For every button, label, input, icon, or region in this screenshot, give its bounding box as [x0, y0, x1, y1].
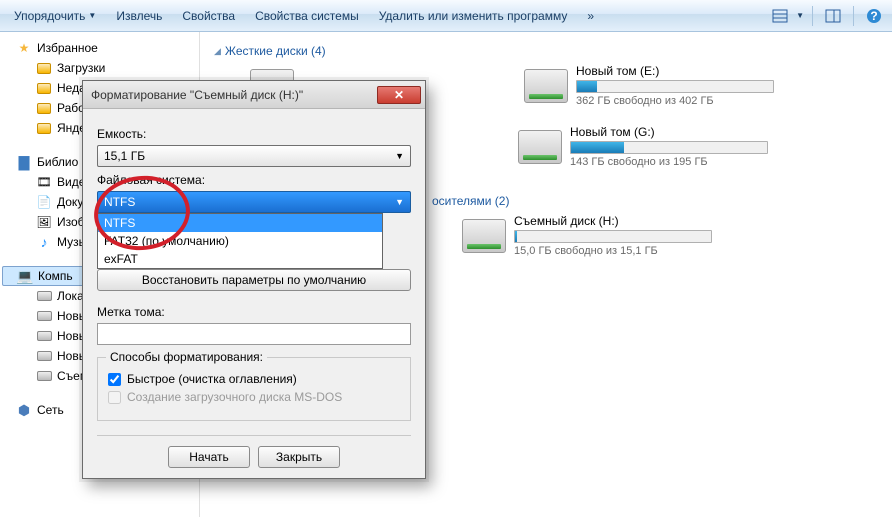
drive-item[interactable]: Новый том (E:) 362 ГБ свободно из 402 ГБ	[524, 64, 774, 107]
drive-icon	[36, 328, 52, 344]
chevron-down-icon: ▼	[88, 11, 96, 20]
restore-defaults-button[interactable]: Восстановить параметры по умолчанию	[97, 269, 411, 291]
preview-pane-icon[interactable]	[821, 4, 845, 28]
video-icon: 🎞	[36, 174, 52, 190]
close-button[interactable]: ✕	[377, 86, 421, 104]
library-icon: ▇	[16, 154, 32, 170]
folder-icon	[36, 120, 52, 136]
drive-title: Съемный диск (H:)	[514, 214, 712, 228]
capacity-label: Емкость:	[97, 127, 411, 141]
hdd-icon	[518, 130, 562, 164]
drive-title: Новый том (E:)	[576, 64, 774, 78]
drive-stat: 143 ГБ свободно из 195 ГБ	[570, 156, 768, 168]
downloads-item[interactable]: Загрузки	[0, 58, 199, 78]
favorites-group[interactable]: ★Избранное	[0, 38, 199, 58]
group-legend: Способы форматирования:	[106, 350, 267, 364]
format-methods-group: Способы форматирования: Быстрое (очистка…	[97, 357, 411, 421]
msdos-boot-check: Создание загрузочного диска MS-DOS	[108, 390, 400, 404]
star-icon: ★	[16, 40, 32, 56]
uninstall-menu[interactable]: Удалить или изменить программу	[371, 5, 576, 27]
removable-drive-icon	[462, 219, 506, 253]
properties-menu[interactable]: Свойства	[174, 5, 243, 27]
chevron-down-icon: ▼	[796, 11, 804, 20]
folder-icon	[36, 60, 52, 76]
extract-menu[interactable]: Извлечь	[108, 5, 170, 27]
computer-icon: 💻	[17, 268, 33, 284]
svg-text:?: ?	[870, 9, 877, 23]
network-icon: ⬢	[16, 402, 32, 418]
capacity-combo[interactable]: 15,1 ГБ▼	[97, 145, 411, 167]
dialog-titlebar[interactable]: Форматирование "Съемный диск (H:)" ✕	[83, 81, 425, 109]
drive-icon	[36, 368, 52, 384]
usage-bar	[576, 80, 774, 93]
filesystem-label: Файловая система:	[97, 173, 411, 187]
quick-format-check[interactable]: Быстрое (очистка оглавления)	[108, 372, 400, 386]
organize-menu[interactable]: Упорядочить▼	[6, 5, 104, 27]
music-icon: ♪	[36, 234, 52, 250]
format-dialog: Форматирование "Съемный диск (H:)" ✕ Емк…	[82, 80, 426, 479]
triangle-down-icon: ◢	[214, 46, 221, 57]
folder-icon	[36, 80, 52, 96]
view-icon[interactable]	[768, 4, 792, 28]
close-icon: ✕	[394, 88, 404, 102]
drive-stat: 15,0 ГБ свободно из 15,1 ГБ	[514, 245, 712, 257]
drive-icon	[36, 348, 52, 364]
hdd-icon	[524, 69, 568, 103]
filesystem-combo[interactable]: NTFS▼	[97, 191, 411, 213]
volume-label-input[interactable]	[97, 323, 411, 345]
msdos-checkbox	[108, 391, 121, 404]
drive-item[interactable]: Съемный диск (H:) 15,0 ГБ свободно из 15…	[462, 214, 712, 257]
picture-icon: 🖼	[36, 214, 52, 230]
drive-stat: 362 ГБ свободно из 402 ГБ	[576, 95, 774, 107]
explorer-toolbar: Упорядочить▼ Извлечь Свойства Свойства с…	[0, 0, 892, 32]
drive-item[interactable]: Новый том (G:) 143 ГБ свободно из 195 ГБ	[518, 125, 768, 168]
filesystem-option[interactable]: FAT32 (по умолчанию)	[98, 232, 382, 250]
help-icon[interactable]: ?	[862, 4, 886, 28]
filesystem-option[interactable]: NTFS	[98, 214, 382, 232]
drive-icon	[36, 308, 52, 324]
quick-format-checkbox[interactable]	[108, 373, 121, 386]
drive-title: Новый том (G:)	[570, 125, 768, 139]
dialog-title: Форматирование "Съемный диск (H:)"	[91, 88, 377, 102]
system-properties-menu[interactable]: Свойства системы	[247, 5, 367, 27]
usage-bar	[514, 230, 712, 243]
filesystem-option[interactable]: exFAT	[98, 250, 382, 268]
volume-label-label: Метка тома:	[97, 305, 411, 319]
drive-icon	[36, 288, 52, 304]
start-button[interactable]: Начать	[168, 446, 250, 468]
document-icon: 📄	[36, 194, 52, 210]
chevron-down-icon: ▼	[395, 197, 404, 207]
hdd-section-header[interactable]: ◢Жесткие диски (4)	[210, 36, 882, 64]
chevron-down-icon: ▼	[395, 151, 404, 161]
usage-bar	[570, 141, 768, 154]
toolbar-overflow[interactable]: »	[579, 5, 602, 27]
filesystem-dropdown: NTFS FAT32 (по умолчанию) exFAT	[97, 213, 383, 269]
close-dialog-button[interactable]: Закрыть	[258, 446, 340, 468]
folder-icon	[36, 100, 52, 116]
